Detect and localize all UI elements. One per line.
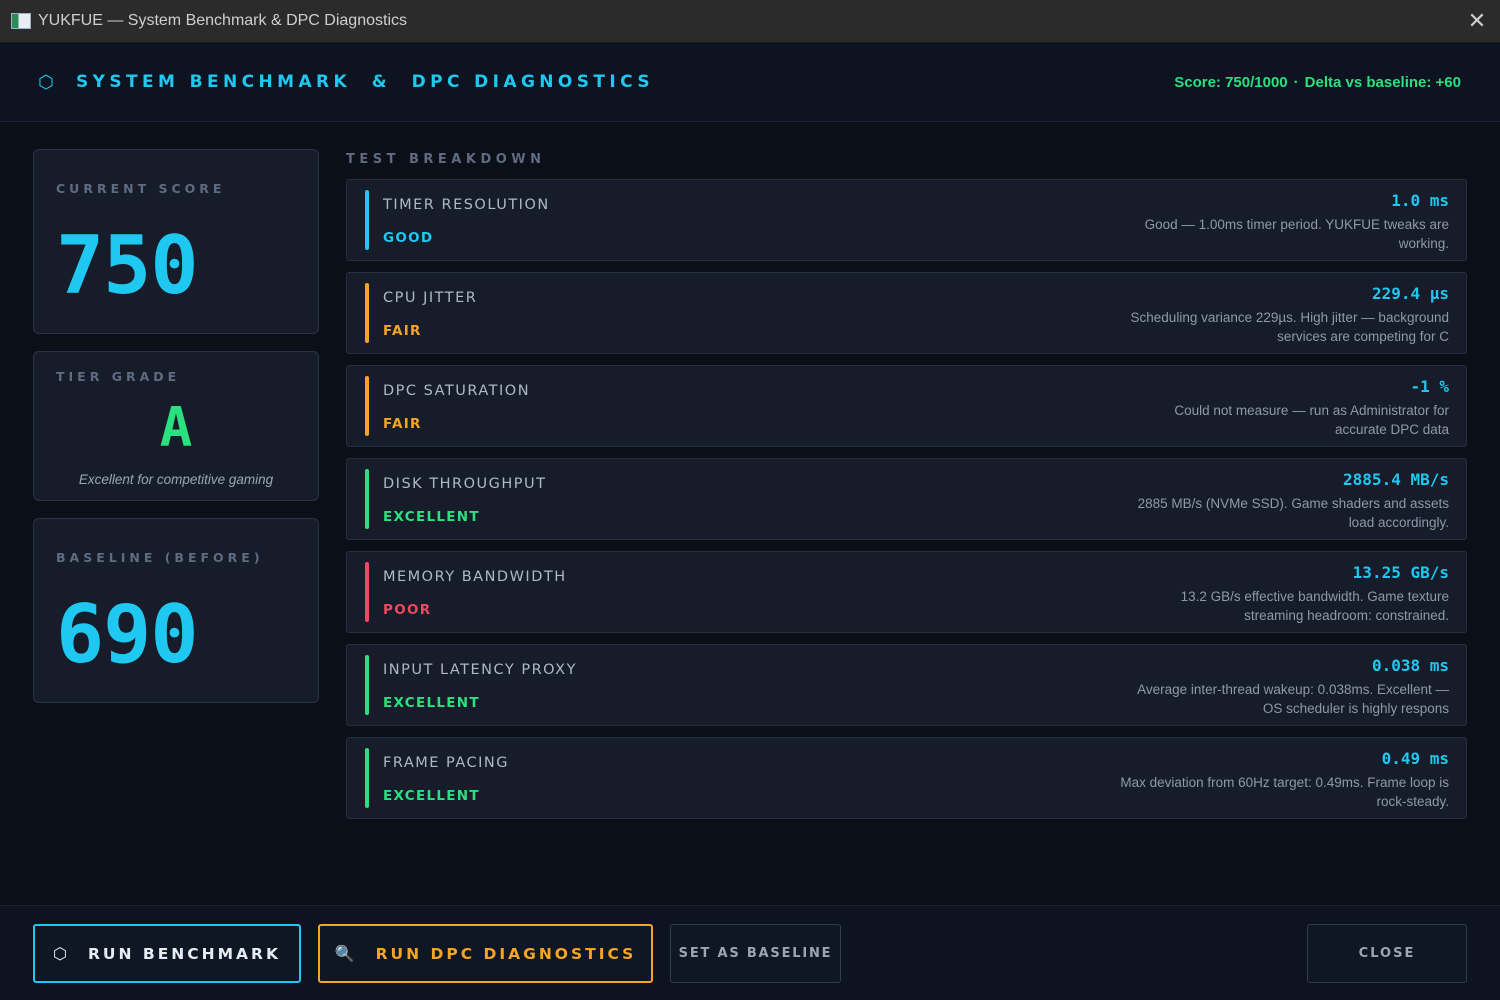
test-row-dpc-saturation: DPC SATURATION FAIR -1 % Could not measu… — [346, 365, 1467, 447]
set-as-baseline-button[interactable]: SET AS BASELINE — [670, 924, 841, 983]
status-accent-bar — [365, 748, 369, 808]
test-description: 2885 MB/s (NVMe SSD). Game shaders and a… — [1137, 496, 1449, 530]
tier-grade-card: TIER GRADE A Excellent for competitive g… — [33, 351, 319, 501]
test-value: 1.0 ms — [1391, 191, 1449, 210]
window-title: YUKFUE — System Benchmark & DPC Diagnost… — [38, 12, 407, 29]
status-badge: GOOD — [383, 230, 434, 246]
test-description: Could not measure — run as Administrator… — [1174, 403, 1449, 437]
hexagon-icon: ⬡ — [53, 944, 70, 963]
test-value: -1 % — [1410, 377, 1449, 396]
tier-grade-value: A — [159, 396, 193, 459]
close-label: CLOSE — [1358, 946, 1416, 961]
test-name: DISK THROUGHPUT — [383, 476, 547, 492]
test-row-frame-pacing: FRAME PACING EXCELLENT 0.49 ms Max devia… — [346, 737, 1467, 819]
status-accent-bar — [365, 283, 369, 343]
test-description: Good — 1.00ms timer period. YUKFUE tweak… — [1144, 217, 1449, 251]
run-benchmark-button[interactable]: ⬡ RUN BENCHMARK — [33, 924, 301, 983]
test-row-memory-bandwidth: MEMORY BANDWIDTH POOR 13.25 GB/s 13.2 GB… — [346, 551, 1467, 633]
window-close-icon[interactable]: ✕ — [1466, 10, 1488, 32]
run-benchmark-label: RUN BENCHMARK — [87, 944, 281, 963]
baseline-card: BASELINE (BEFORE) 690 — [33, 518, 319, 703]
status-accent-bar — [365, 469, 369, 529]
test-row-timer-resolution: TIMER RESOLUTION GOOD 1.0 ms Good — 1.00… — [346, 179, 1467, 261]
footer-bar: ⬡ RUN BENCHMARK 🔍 RUN DPC DIAGNOSTICS SE… — [0, 905, 1500, 1000]
status-accent-bar — [365, 376, 369, 436]
current-score-card: CURRENT SCORE 750 — [33, 149, 319, 334]
test-breakdown-label: TEST BREAKDOWN — [346, 152, 546, 167]
current-score-label: CURRENT SCORE — [56, 181, 226, 196]
test-row-disk-throughput: DISK THROUGHPUT EXCELLENT 2885.4 MB/s 28… — [346, 458, 1467, 540]
page-title: SYSTEM BENCHMARK & DPC DIAGNOSTICS — [76, 72, 654, 92]
status-badge: FAIR — [383, 323, 422, 339]
test-name: TIMER RESOLUTION — [383, 197, 550, 213]
test-name: DPC SATURATION — [383, 383, 531, 399]
search-icon: 🔍 — [334, 944, 358, 963]
test-value: 13.25 GB/s — [1352, 563, 1449, 582]
test-name: CPU JITTER — [383, 290, 478, 306]
status-badge: EXCELLENT — [383, 509, 480, 525]
status-accent-bar — [365, 562, 369, 622]
test-row-cpu-jitter: CPU JITTER FAIR 229.4 µs Scheduling vari… — [346, 272, 1467, 354]
test-value: 0.49 ms — [1381, 749, 1449, 768]
test-name: INPUT LATENCY PROXY — [383, 662, 577, 678]
close-button[interactable]: CLOSE — [1307, 924, 1467, 983]
test-value: 229.4 µs — [1371, 284, 1449, 303]
separator-dot: · — [1293, 74, 1299, 91]
status-badge: EXCELLENT — [383, 788, 480, 804]
score-text: Score: 750/1000 — [1174, 74, 1288, 91]
status-badge: FAIR — [383, 416, 422, 432]
test-description: 13.2 GB/s effective bandwidth. Game text… — [1180, 589, 1449, 623]
test-description: Scheduling variance 229µs. High jitter —… — [1130, 310, 1449, 344]
status-accent-bar — [365, 190, 369, 250]
delta-text: Delta vs baseline: +60 — [1304, 74, 1461, 91]
set-as-baseline-label: SET AS BASELINE — [678, 946, 833, 961]
baseline-value: 690 — [56, 588, 198, 681]
hexagon-icon: ⬡ — [38, 72, 54, 92]
test-description: Average inter-thread wakeup: 0.038ms. Ex… — [1137, 682, 1449, 716]
app-header: ⬡ SYSTEM BENCHMARK & DPC DIAGNOSTICS Sco… — [0, 43, 1500, 122]
window-titlebar: YUKFUE — System Benchmark & DPC Diagnost… — [0, 0, 1500, 43]
tier-grade-label: TIER GRADE — [56, 369, 181, 384]
test-description: Max deviation from 60Hz target: 0.49ms. … — [1120, 775, 1449, 809]
status-badge: EXCELLENT — [383, 695, 480, 711]
test-value: 0.038 ms — [1371, 656, 1449, 675]
current-score-value: 750 — [56, 219, 198, 312]
run-dpc-diagnostics-label: RUN DPC DIAGNOSTICS — [375, 944, 637, 963]
test-value: 2885.4 MB/s — [1343, 470, 1449, 489]
test-name: FRAME PACING — [383, 755, 509, 771]
test-name: MEMORY BANDWIDTH — [383, 569, 567, 585]
test-row-input-latency-proxy: INPUT LATENCY PROXY EXCELLENT 0.038 ms A… — [346, 644, 1467, 726]
run-dpc-diagnostics-button[interactable]: 🔍 RUN DPC DIAGNOSTICS — [318, 924, 653, 983]
baseline-label: BASELINE (BEFORE) — [56, 550, 264, 565]
score-summary: Score: 750/1000 · Delta vs baseline: +60 — [1174, 74, 1461, 91]
app-icon — [11, 13, 31, 29]
status-accent-bar — [365, 655, 369, 715]
status-badge: POOR — [383, 602, 432, 618]
test-list: TIMER RESOLUTION GOOD 1.0 ms Good — 1.00… — [346, 179, 1467, 830]
tier-grade-description: Excellent for competitive gaming — [78, 472, 274, 487]
